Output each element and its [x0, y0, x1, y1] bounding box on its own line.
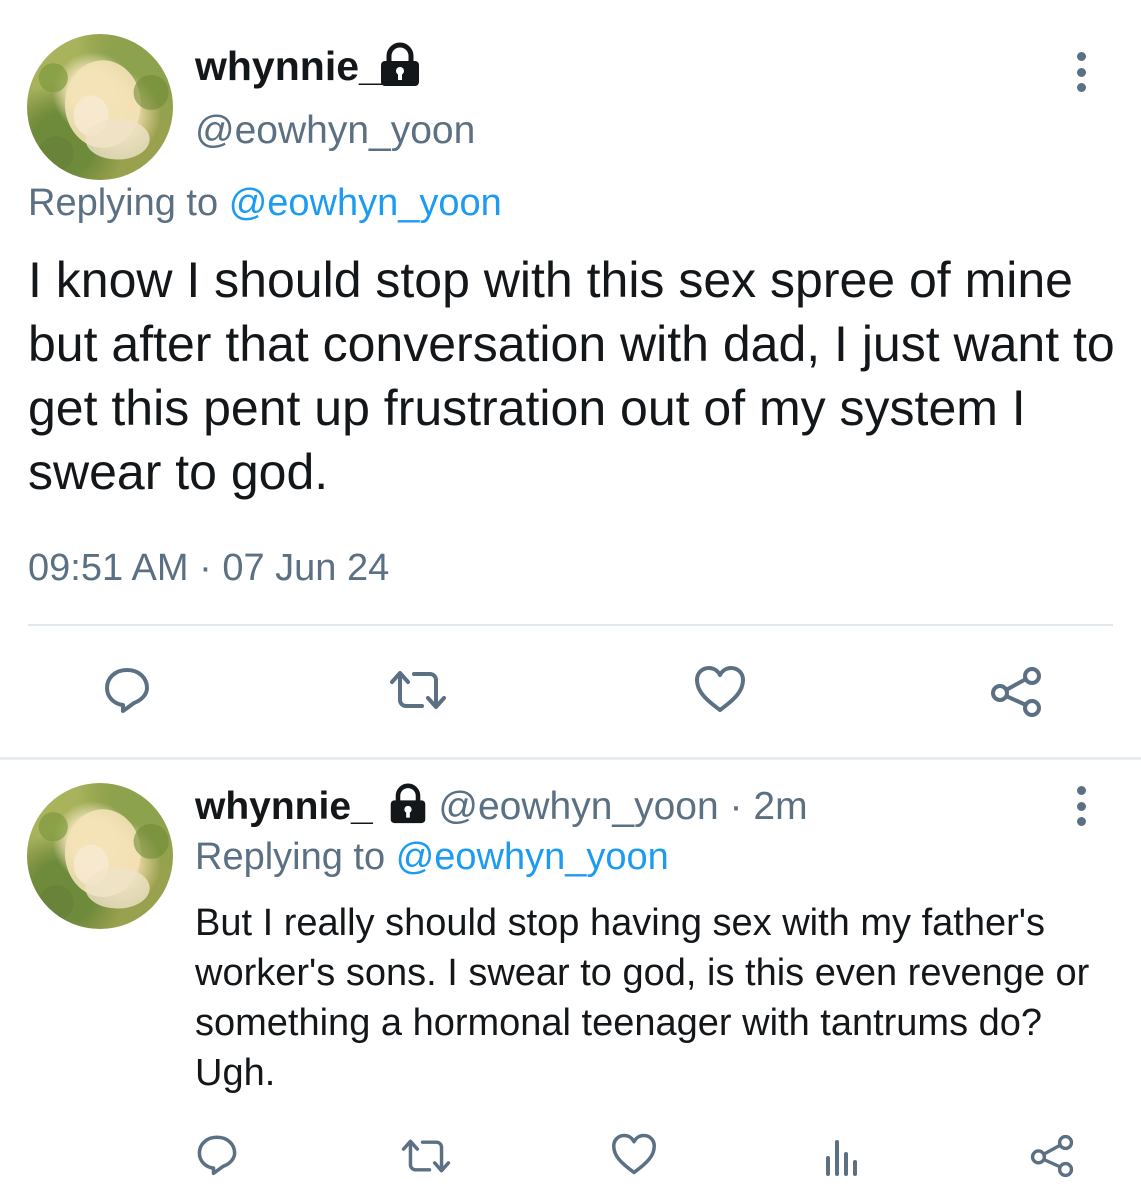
more-vertical-icon[interactable] [1075, 786, 1087, 826]
retweet-icon[interactable] [400, 1137, 452, 1175]
like-icon[interactable] [610, 1132, 658, 1176]
tweet-time: 09:51 AM [28, 547, 189, 589]
tweet-age: 2m [753, 785, 808, 828]
tweet-text: But I really should stop having sex with… [195, 902, 1090, 1094]
more-vertical-icon[interactable] [1075, 52, 1087, 92]
tweet-separator [0, 757, 1141, 760]
timestamp: 09:51 AM · 07 Jun 24 [28, 545, 389, 591]
analytics-icon[interactable] [824, 1136, 860, 1176]
replying-to: Replying to @eowhyn_yoon [195, 835, 669, 879]
tweet-date: 07 Jun 24 [222, 547, 390, 589]
divider [28, 624, 1113, 626]
replying-to-label: Replying to [28, 182, 219, 224]
header-separator: · [729, 785, 743, 828]
reply-icon[interactable] [195, 1132, 239, 1176]
reply-header: whynnie_ @eowhyn_yoon · 2m [195, 783, 808, 830]
replying-to-handle[interactable]: @eowhyn_yoon [229, 182, 502, 224]
like-icon[interactable] [693, 664, 747, 714]
lock-icon [388, 783, 428, 825]
handle[interactable]: @eowhyn_yoon [195, 108, 475, 154]
display-name[interactable]: whynnie_ [195, 785, 373, 828]
display-name[interactable]: whynnie_ [195, 42, 382, 90]
timestamp-separator: · [199, 547, 212, 589]
lock-icon [378, 42, 422, 88]
share-icon[interactable] [1028, 1134, 1076, 1178]
avatar[interactable] [27, 783, 173, 929]
reply-icon[interactable] [102, 664, 152, 714]
share-icon[interactable] [988, 666, 1044, 718]
avatar[interactable] [27, 34, 173, 180]
replying-to-label: Replying to [195, 836, 386, 878]
handle[interactable]: @eowhyn_yoon [438, 785, 718, 828]
tweet-text: I know I should stop with this sex spree… [28, 252, 1115, 500]
replying-to: Replying to @eowhyn_yoon [28, 180, 502, 226]
retweet-icon[interactable] [388, 668, 448, 712]
replying-to-handle[interactable]: @eowhyn_yoon [396, 836, 669, 878]
